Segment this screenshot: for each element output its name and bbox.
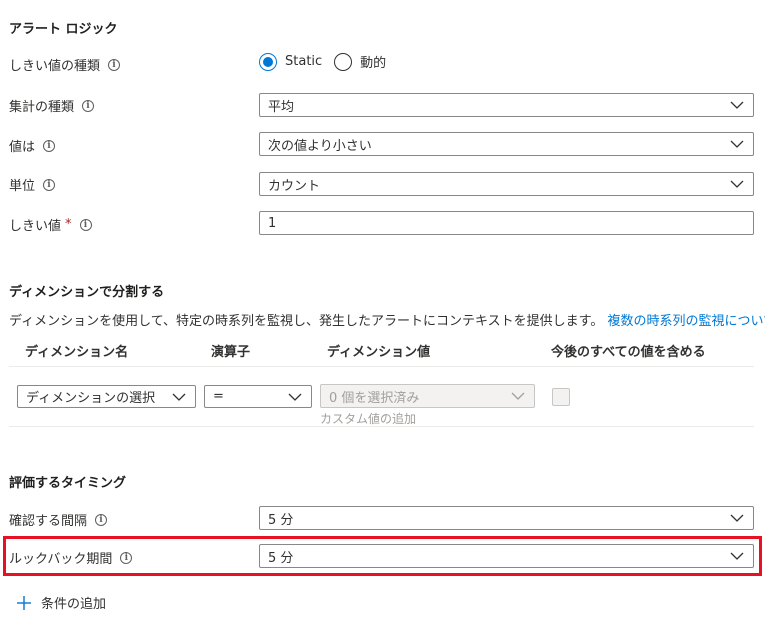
monitor-multiple-timeseries-link[interactable]: 複数の時系列の監視について (608, 314, 765, 329)
lookback-dropdown[interactable]: 5 分 (259, 544, 754, 568)
plus-icon (17, 595, 31, 610)
threshold-type-label-text: しきい値の種類 (9, 59, 101, 74)
info-icon[interactable]: i (43, 139, 56, 152)
dimension-values-placeholder: 0 個を選択済み (329, 390, 420, 406)
check-every-value: 5 分 (268, 512, 294, 528)
aggregation-type-label: 集計の種類 i (9, 96, 95, 115)
info-icon[interactable]: i (95, 513, 108, 526)
operator-label: 値は i (9, 136, 56, 155)
operator-value: 次の値より小さい (268, 138, 372, 154)
aggregation-type-dropdown[interactable]: 平均 (259, 93, 754, 117)
unit-value: カウント (268, 178, 321, 194)
chevron-down-icon (730, 513, 744, 523)
operator-dropdown[interactable]: 次の値より小さい (259, 132, 754, 156)
column-header-operator: 演算子 (211, 345, 251, 360)
threshold-type-radio-group: Static 動的 (259, 52, 386, 71)
threshold-value-label: しきい値 * i (9, 215, 92, 234)
static-radio-label[interactable]: Static (285, 54, 322, 69)
dimension-values-dropdown[interactable]: 0 個を選択済み (320, 384, 535, 408)
chevron-down-icon (288, 392, 302, 402)
chevron-down-icon (511, 391, 525, 401)
lookback-label: ルックバック期間 i (9, 548, 133, 567)
chevron-down-icon (730, 551, 744, 561)
lookback-label-text: ルックバック期間 (9, 552, 113, 567)
alert-logic-title: アラート ロジック (9, 22, 118, 37)
threshold-type-label: しきい値の種類 i (9, 55, 121, 74)
lookback-value: 5 分 (268, 550, 294, 566)
dimension-operator-dropdown[interactable]: = (204, 385, 312, 408)
chevron-down-icon (730, 139, 744, 149)
info-icon[interactable]: i (82, 99, 95, 112)
dimension-name-placeholder: ディメンションの選択 (26, 391, 156, 406)
static-radio[interactable] (259, 52, 277, 71)
chevron-down-icon (730, 100, 744, 110)
dynamic-radio-label[interactable]: 動的 (360, 52, 386, 71)
info-icon[interactable]: i (120, 551, 133, 564)
check-every-label: 確認する間隔 i (9, 510, 108, 529)
unit-label-text: 単位 (9, 179, 36, 194)
add-condition-label: 条件の追加 (41, 597, 107, 612)
required-marker: * (65, 217, 72, 232)
dimensions-title: ディメンションで分割する (9, 285, 165, 300)
chevron-down-icon (172, 392, 186, 402)
check-every-label-text: 確認する間隔 (9, 514, 88, 529)
custom-value-hint: カスタム値の追加 (320, 412, 417, 426)
operator-label-text: 値は (9, 140, 36, 155)
evaluation-title: 評価するタイミング (9, 476, 127, 491)
table-header-divider (9, 366, 754, 367)
threshold-value-label-text: しきい値 (9, 219, 62, 234)
chevron-down-icon (730, 179, 744, 189)
dimensions-description: ディメンションを使用して、特定の時系列を監視し、発生したアラートにコンテキストを… (9, 310, 765, 329)
threshold-value-input[interactable]: 1 (259, 211, 754, 235)
unit-label: 単位 i (9, 175, 56, 194)
info-icon[interactable]: i (79, 218, 92, 231)
check-every-dropdown[interactable]: 5 分 (259, 506, 754, 530)
aggregation-type-label-text: 集計の種類 (9, 100, 75, 115)
column-header-dimension-values: ディメンション値 (327, 345, 431, 360)
info-icon[interactable]: i (43, 178, 56, 191)
dynamic-radio[interactable] (334, 52, 353, 71)
unit-dropdown[interactable]: カウント (259, 172, 754, 196)
dimensions-description-text: ディメンションを使用して、特定の時系列を監視し、発生したアラートにコンテキストを… (9, 314, 604, 329)
table-row-divider (9, 426, 754, 427)
dimension-name-dropdown[interactable]: ディメンションの選択 (17, 385, 196, 408)
info-icon[interactable]: i (108, 58, 121, 71)
column-header-dimension-name: ディメンション名 (25, 345, 129, 360)
include-future-values-checkbox[interactable] (552, 388, 570, 406)
column-header-include-future: 今後のすべての値を含める (551, 345, 706, 360)
aggregation-type-value: 平均 (268, 99, 295, 115)
dimension-operator-value: = (213, 389, 224, 404)
add-condition-button[interactable]: 条件の追加 (16, 593, 106, 612)
